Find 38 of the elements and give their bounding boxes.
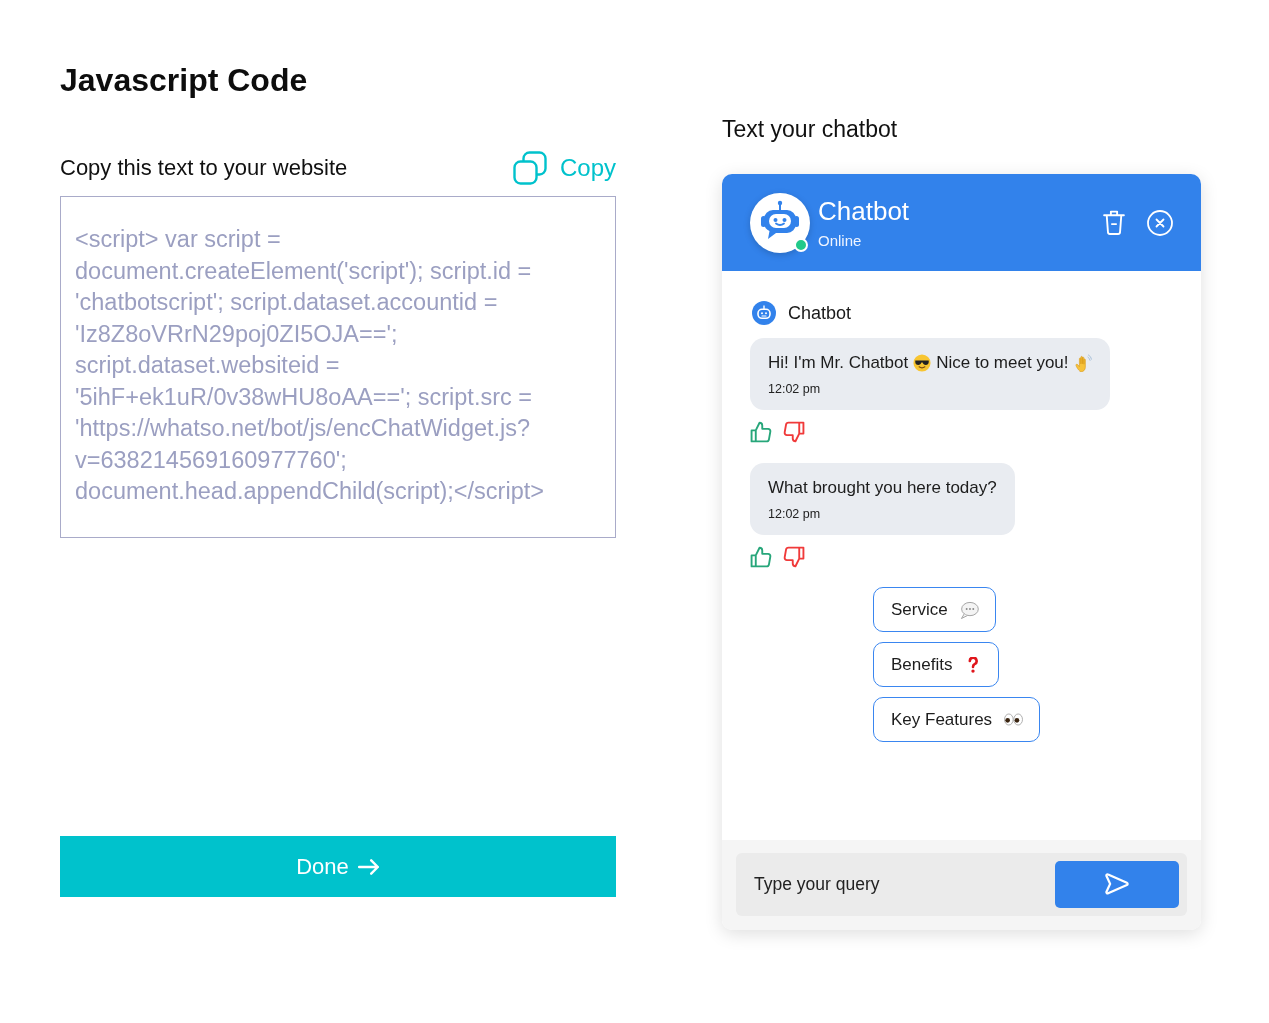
sender-name: Chatbot [788,302,852,324]
close-icon [1147,209,1173,236]
page-title: Javascript Code [60,62,308,98]
robot-icon [752,301,776,325]
send-button[interactable] [1055,861,1179,908]
thumbs-down-button[interactable] [783,546,805,568]
thumbs-up-icon [750,546,772,568]
send-icon [1104,872,1130,897]
bot-name: Chatbot [818,195,910,226]
thumbs-up-icon [750,421,772,443]
section-label: Copy this text to your website [60,155,348,181]
delete-chat-button[interactable] [1103,210,1125,235]
quick-reply-button[interactable]: Key Features [873,697,1041,742]
message-text: Hi! I'm Mr. Chatbot [768,352,909,374]
copy-icon [512,151,547,185]
eyes-icon [1004,713,1024,726]
question-mark-icon [968,656,979,673]
query-input[interactable]: Type your query [754,864,1045,905]
quick-reply-button[interactable]: Benefits [873,642,1000,687]
thumbs-up-button[interactable] [750,546,772,568]
message-input-field[interactable]: Type your query [736,853,1187,916]
message-time: 12:02 pm [768,381,822,397]
sunglasses-face-icon [913,354,932,372]
thumbs-down-icon [783,546,805,568]
speech-bubble-icon [959,600,979,619]
thumbs-down-icon [783,421,805,443]
thumbs-up-button[interactable] [750,421,772,443]
status-text: Online [818,231,862,250]
close-button[interactable] [1147,209,1173,236]
quick-reply-button[interactable]: Service [873,587,996,632]
message-text: What brought you here today? [768,477,997,499]
waving-hand-icon [1073,354,1092,372]
thumbs-down-button[interactable] [783,421,805,443]
message-time: 12:02 pm [768,506,822,522]
message-text: Nice to meet you! [936,352,1069,374]
robot-avatar-icon [750,192,810,253]
trash-icon [1103,210,1125,235]
preview-label: Text your chatbot [722,117,898,141]
